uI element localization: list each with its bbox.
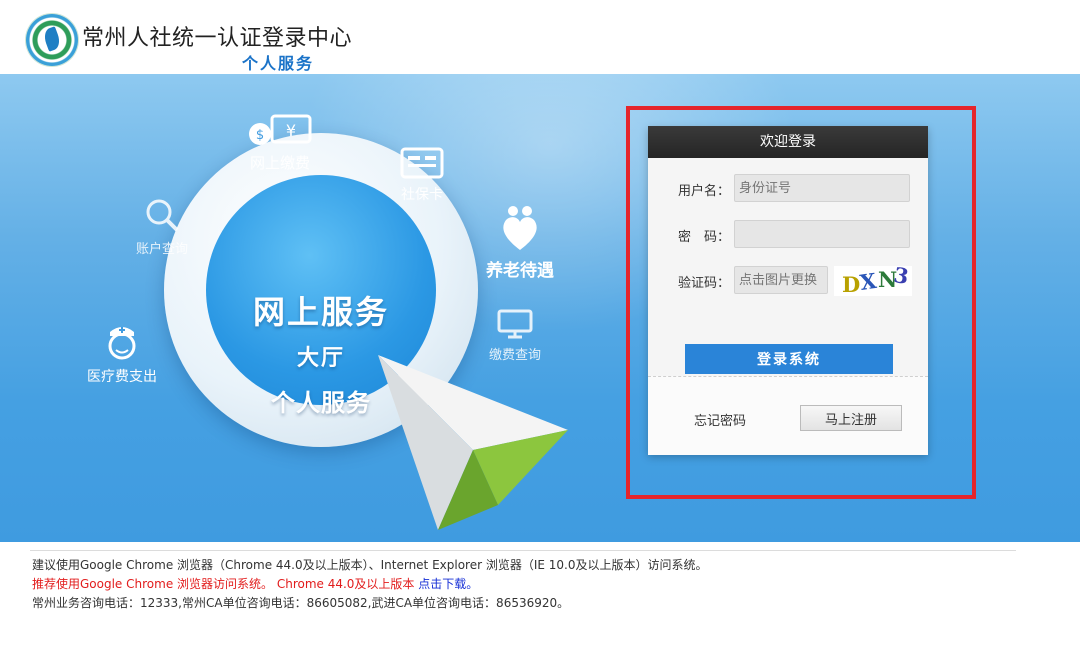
system-subtitle: 个人服务: [242, 54, 315, 73]
captcha-char: X: [858, 267, 878, 296]
captcha-label: 验证码：: [678, 276, 731, 291]
service-account-query[interactable]: 账户查询: [126, 196, 198, 257]
login-card-footer: 忘记密码 马上注册: [648, 376, 928, 455]
service-payment-query[interactable]: 缴费查询: [482, 308, 548, 363]
heart-people-icon: [503, 206, 537, 250]
password-label: 密 码：: [678, 230, 731, 245]
card-icon: [400, 147, 444, 179]
paper-plane-icon: [378, 355, 568, 530]
footer-divider: [30, 550, 1016, 551]
payment-icon: ¥ $: [249, 114, 312, 145]
captcha-image[interactable]: D X N 3: [834, 266, 912, 296]
service-online-payment[interactable]: ¥ $ 网上缴费: [238, 114, 322, 173]
system-title: 常州人社统一认证登录中心: [82, 26, 353, 51]
captcha-row: 验证码： D X N 3: [648, 266, 928, 296]
hrss-logo: [26, 14, 78, 66]
chrome-recommendation: 推荐使用Google Chrome 浏览器访问系统。 Chrome 44.0及以…: [32, 575, 478, 592]
captcha-char: 3: [891, 266, 911, 290]
forgot-password-link[interactable]: 忘记密码: [694, 410, 746, 429]
hall-title: 网上服务: [252, 293, 389, 331]
service-social-card[interactable]: 社保卡: [386, 146, 458, 204]
contact-phones: 常州业务咨询电话：12333,常州CA单位咨询电话：86605082,武进CA单…: [32, 596, 570, 610]
service-medical-expense[interactable]: 医疗费支出: [78, 322, 166, 386]
username-input[interactable]: [734, 174, 910, 202]
monitor-icon: [497, 309, 533, 339]
nurse-icon: [108, 327, 136, 360]
username-label: 用户名：: [678, 184, 731, 199]
login-card-title: 欢迎登录: [648, 126, 928, 158]
login-button[interactable]: 登录系统: [685, 344, 893, 374]
chrome-recommendation-text: 推荐使用Google Chrome 浏览器访问系统。 Chrome 44.0及以…: [32, 577, 419, 591]
download-link[interactable]: 点击下载。: [418, 577, 478, 591]
browser-recommendation: 建议使用Google Chrome 浏览器（Chrome 44.0及以上版本）、…: [32, 558, 708, 572]
search-icon: [146, 199, 179, 232]
svg-text:¥: ¥: [286, 121, 296, 140]
captcha-char: D: [842, 272, 861, 296]
password-row: 密 码：: [648, 220, 928, 250]
captcha-input[interactable]: [734, 266, 828, 294]
password-input[interactable]: [734, 220, 910, 248]
page-header: 常州人社统一认证登录中心 个人服务: [0, 0, 1080, 74]
login-card: 欢迎登录 用户名： 密 码： 验证码： D X N 3 登录系统 忘记密码 马上…: [648, 126, 928, 455]
svg-text:$: $: [256, 128, 264, 143]
username-row: 用户名：: [648, 174, 928, 204]
service-pension[interactable]: 养老待遇: [474, 204, 566, 281]
register-button[interactable]: 马上注册: [800, 405, 902, 431]
